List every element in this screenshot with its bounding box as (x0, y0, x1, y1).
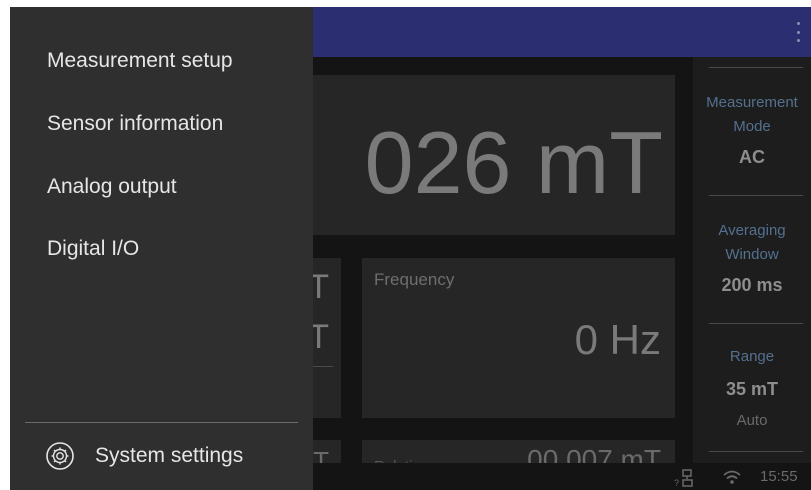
averaging-window-value: 200 ms (721, 275, 783, 295)
svg-text:?: ? (674, 478, 679, 487)
range-mode: Auto (736, 412, 768, 429)
more-vert-icon[interactable] (795, 22, 801, 42)
averaging-window-label-1: Averaging (718, 222, 786, 239)
wifi-icon (723, 470, 741, 484)
drawer-divider (25, 422, 298, 423)
system-settings-button[interactable]: System settings (45, 440, 295, 476)
measurement-mode-value: AC (739, 147, 765, 167)
gear-icon (46, 442, 74, 470)
settings-summary-panel: Measurement Mode AC Averaging Window 200… (693, 57, 811, 463)
nav-item-digital-io[interactable]: Digital I/O (47, 237, 139, 261)
nav-item-measurement-setup[interactable]: Measurement setup (47, 49, 233, 73)
nav-item-analog-output[interactable]: Analog output (47, 175, 177, 199)
navigation-drawer: Measurement setup Sensor information Ana… (10, 7, 313, 490)
range-value: 35 mT (725, 379, 779, 399)
averaging-window-label-2: Window (725, 246, 779, 263)
frequency-label: Frequency (374, 270, 455, 289)
status-clock: 15:55 (760, 468, 798, 485)
measurement-mode-label-1: Measurement (706, 94, 798, 111)
frequency-card: Frequency 0 Hz (362, 258, 675, 418)
network-unknown-icon: ? (674, 469, 693, 487)
summary-divider (709, 451, 803, 452)
summary-divider (709, 323, 803, 324)
main-reading-value: 026 mT (364, 113, 663, 212)
range-label: Range (729, 348, 775, 365)
system-settings-label: System settings (95, 444, 244, 467)
summary-divider (709, 67, 803, 68)
measurement-mode-label-2: Mode (733, 118, 771, 135)
frequency-value: 0 Hz (574, 316, 661, 363)
nav-item-sensor-information[interactable]: Sensor information (47, 112, 223, 136)
summary-divider (709, 195, 803, 196)
